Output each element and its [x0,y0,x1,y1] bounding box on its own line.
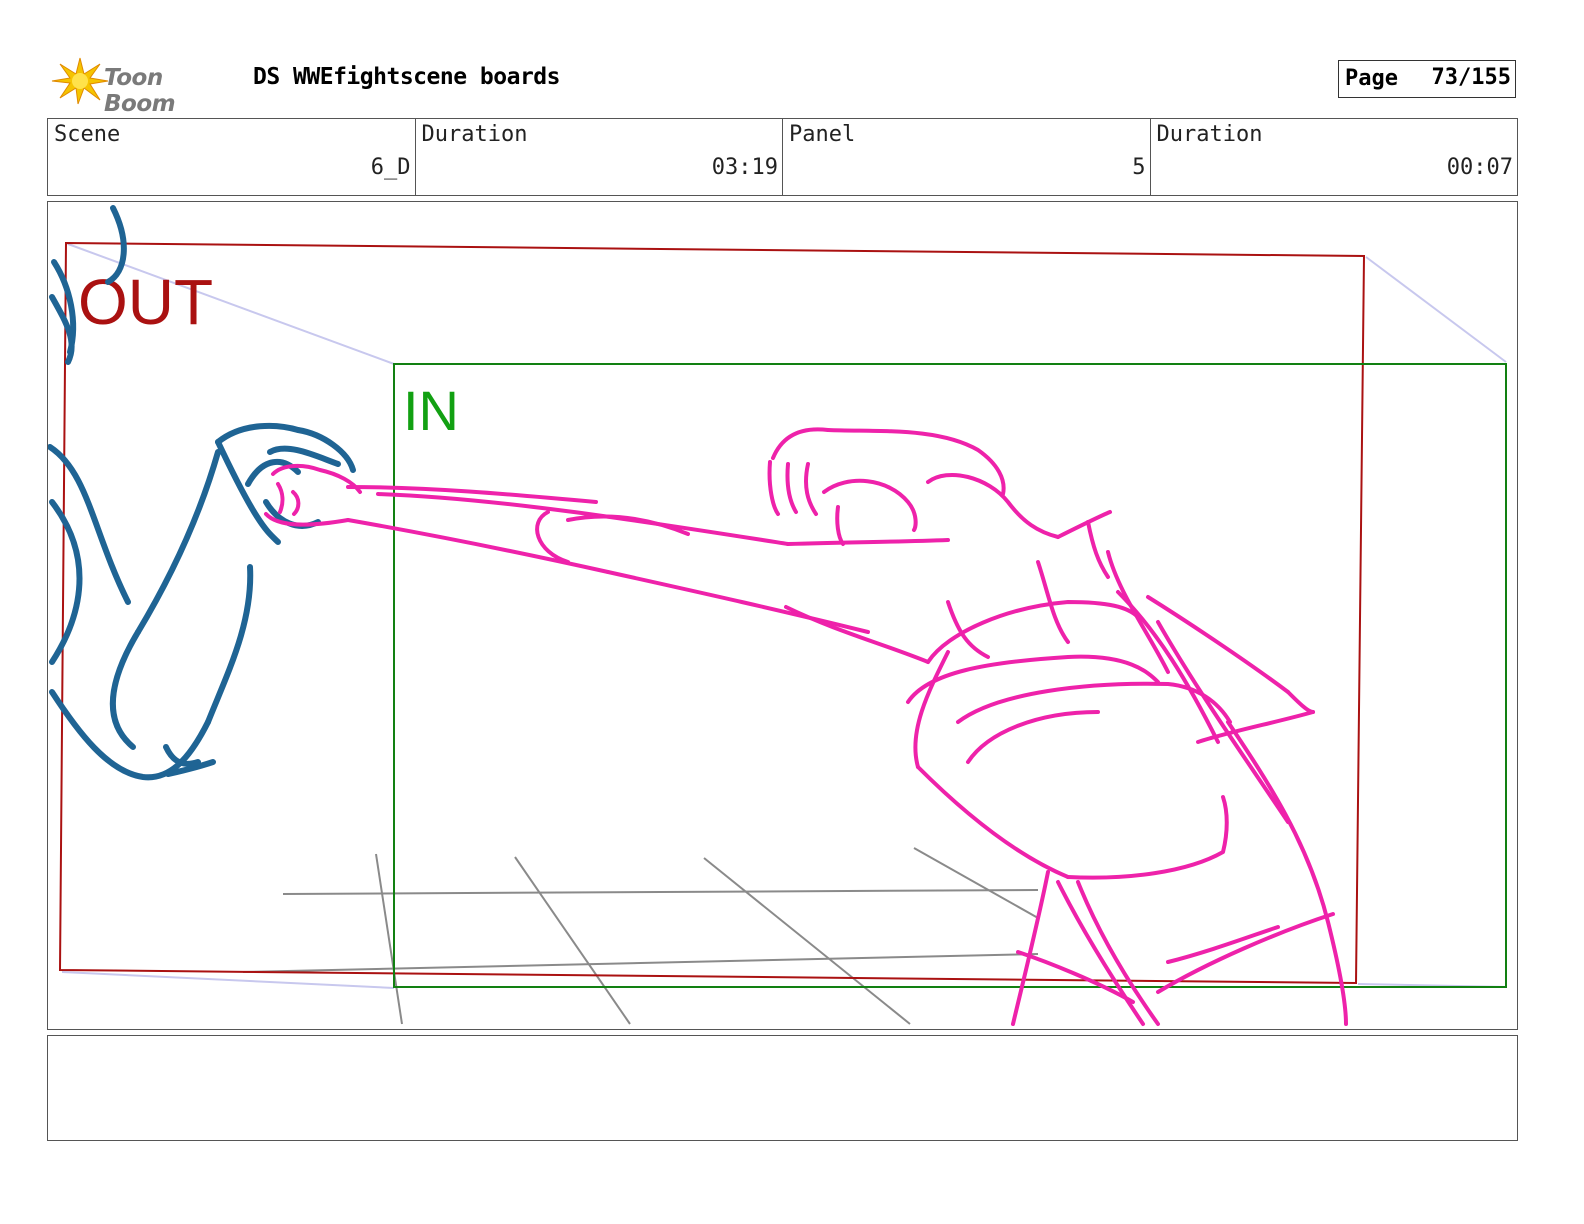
main-character-sketch [264,427,1348,1026]
storyboard-panel: OUT IN [47,201,1518,1030]
star-burst-icon [51,57,109,105]
panel-duration-label: Duration [1156,122,1263,147]
scene-cell: Scene 6_D [48,119,416,195]
panel-notes-box [47,1035,1518,1141]
panel-duration-value: 00:07 [1446,155,1513,180]
page-label: Page [1345,66,1398,91]
page-number: 73/155 [1431,65,1511,90]
scene-duration-value: 03:19 [711,155,778,180]
panel-label: Panel [789,122,856,147]
in-frame-label: IN [403,379,459,442]
scene-duration-label: Duration [421,122,528,147]
ring-guide-lines [242,847,1039,1025]
panel-duration-cell: Duration 00:07 [1151,119,1518,195]
document-title: DS WWEfightscene boards [253,64,561,90]
out-frame-label: OUT [78,266,213,338]
panel-info-row: Scene 6_D Duration 03:19 Panel 5 Duratio… [47,118,1518,196]
scene-label: Scene [54,122,121,147]
scene-value: 6_D [370,155,411,180]
logo-text: Toon Boom [104,65,176,117]
panel-cell: Panel 5 [783,119,1151,195]
toon-boom-logo: Toon Boom [50,56,240,117]
camera-path-lines [61,243,1507,989]
panel-value: 5 [1132,155,1146,180]
page-indicator: Page 73/155 [1338,60,1516,98]
panel-drawing: OUT IN [48,205,1507,1026]
scene-duration-cell: Duration 03:19 [416,119,783,195]
